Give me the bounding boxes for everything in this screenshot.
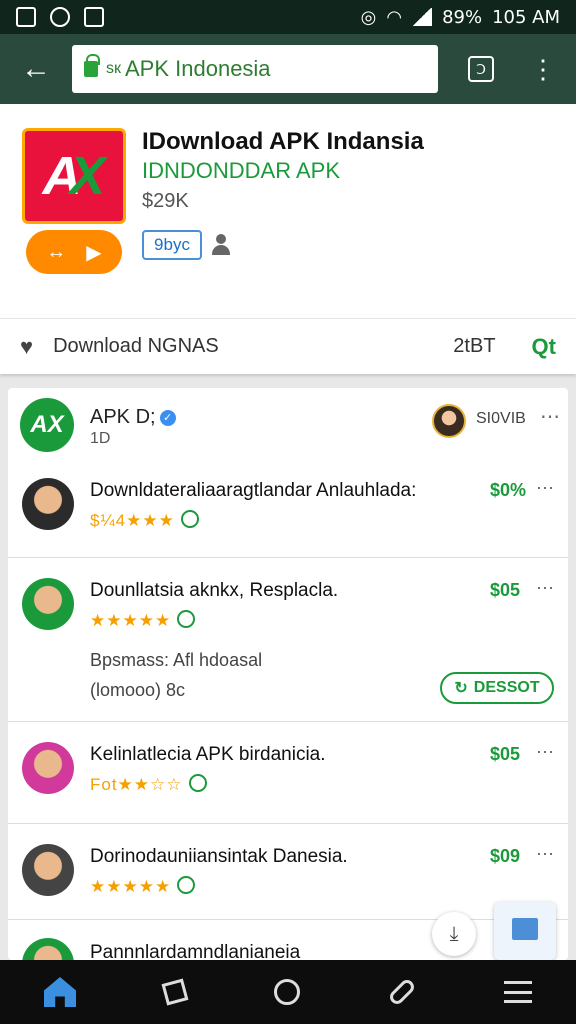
overflow-menu-icon[interactable]: ⋮ (530, 56, 556, 82)
reviews-card: AX APK D; ✓ 1D SI0VIB ⋯ Downldateraliaara… (8, 388, 568, 960)
header-count: SI0VIB (476, 410, 526, 427)
browser-toolbar: ← ѕк APK Indonesia Ↄ ⋮ (0, 34, 576, 104)
lock-icon (84, 54, 100, 77)
battery-level: 89% (442, 6, 483, 28)
status-time: 105 AM (492, 6, 560, 28)
system-nav-bar (0, 960, 576, 1024)
action-button[interactable]: ↻ DESSOT (440, 672, 554, 704)
link-icon[interactable] (387, 977, 417, 1007)
avatar (22, 578, 74, 630)
image-icon (16, 7, 36, 27)
tab-switcher-icon[interactable]: Ↄ (468, 56, 494, 82)
verified-badge-icon (177, 876, 196, 894)
download-count: 2tBT (453, 335, 496, 357)
avatar (22, 844, 74, 896)
menu-icon[interactable] (504, 981, 532, 1003)
notification-icons (16, 7, 104, 27)
chat-icon (50, 7, 70, 27)
home-icon[interactable] (44, 977, 76, 1007)
verified-icon: ✓ (159, 410, 176, 426)
more-icon[interactable]: ⋯ (536, 478, 554, 499)
review-price: $05 (490, 580, 521, 600)
app-title: IDownload APK Indansia (142, 128, 424, 155)
download-bar: ♥ Download NGNAS 2tBT Qt (0, 318, 576, 374)
app-developer[interactable]: IDNDONDDAR APK (142, 158, 340, 184)
review-title: Kelinlatlecia APK birdanicia. (90, 744, 326, 765)
mail-icon (84, 7, 104, 27)
install-button[interactable]: ↔ ▶ (26, 230, 122, 274)
list-item[interactable]: Dounllatsia aknkx, Resplacla. $05 ⋯ ★★★★… (8, 558, 568, 722)
document-icon[interactable] (494, 902, 556, 960)
wifi-icon: ◠ (386, 6, 403, 28)
publisher-sub: 1D (90, 430, 111, 447)
more-icon[interactable]: ⋯ (540, 404, 560, 429)
url-text: APK Indonesia (125, 56, 271, 81)
status-bar: ◎ ◠ 89% 105 AM (0, 0, 576, 34)
avatar (22, 478, 74, 530)
list-header: AX APK D; ✓ 1D SI0VIB ⋯ (8, 388, 568, 458)
person-icon (210, 234, 232, 258)
back-icon[interactable] (161, 978, 189, 1006)
refresh-icon: ↻ (454, 680, 468, 697)
list-item[interactable]: Dorinodauniiansintak Danesia. $09 ⋯ ★★★★… (8, 824, 568, 920)
download-label[interactable]: Download NGNAS (53, 335, 219, 358)
signal-icon (412, 8, 433, 26)
circle-home-icon[interactable] (274, 979, 300, 1005)
vibrate-icon: ◎ (360, 6, 377, 28)
heart-icon[interactable]: ♥ (20, 334, 33, 360)
rating-stars: $¼4★★★ (90, 510, 199, 531)
review-price: $0% (490, 480, 527, 500)
review-title: Pannnlardamndlanianeia (90, 942, 301, 960)
review-title: Downldateraliaaragtlandar Anlauhlada: (90, 480, 417, 501)
review-title: Dorinodauniiansintak Danesia. (90, 846, 348, 867)
verified-badge-icon (177, 610, 196, 628)
review-title: Dounllatsia aknkx, Resplacla. (90, 580, 339, 601)
arrows-icon: ↔ (46, 240, 67, 263)
address-bar[interactable]: ѕк APK Indonesia (72, 45, 438, 93)
publisher-logo: AX (20, 398, 74, 452)
verified-badge-icon (188, 774, 207, 792)
app-price: $29K (142, 190, 189, 212)
url-prefix: ѕк (106, 60, 121, 77)
avatar (22, 742, 74, 794)
publisher-name[interactable]: APK D; ✓ (90, 406, 176, 429)
review-price: $05 (490, 744, 521, 764)
verified-badge-icon (180, 510, 199, 528)
rating-stars: ★★★★★ (90, 876, 196, 897)
more-icon[interactable]: ⋯ (536, 742, 554, 763)
search-icon[interactable]: Qt (532, 334, 556, 360)
system-status: ◎ ◠ 89% 105 AM (361, 7, 560, 28)
back-arrow-icon[interactable]: ← (14, 54, 58, 84)
avatar (22, 938, 74, 960)
list-item[interactable]: Downldateraliaaragtlandar Anlauhlada: $0… (8, 458, 568, 558)
more-icon[interactable]: ⋯ (536, 578, 554, 599)
rating-stars: Fot★★☆☆ (90, 774, 207, 795)
avatar[interactable] (432, 404, 466, 438)
app-logo: AX (22, 128, 126, 224)
play-icon: ▶ (86, 241, 102, 264)
rating-stars: ★★★★★ (90, 610, 196, 631)
download-icon[interactable]: ⤓ (432, 912, 476, 956)
review-detail-secondary: (lomooo) 8c (90, 680, 186, 700)
review-detail: Bpsmass: Afl hdoasal (90, 650, 263, 670)
review-price: $09 (490, 846, 521, 866)
app-tag-badge[interactable]: 9byc (142, 230, 202, 260)
list-item[interactable]: Pannnlardamndlanianeia (8, 920, 568, 960)
more-icon[interactable]: ⋯ (536, 844, 554, 865)
list-item[interactable]: Kelinlatlecia APK birdanicia. $05 ⋯ Fot★… (8, 722, 568, 824)
